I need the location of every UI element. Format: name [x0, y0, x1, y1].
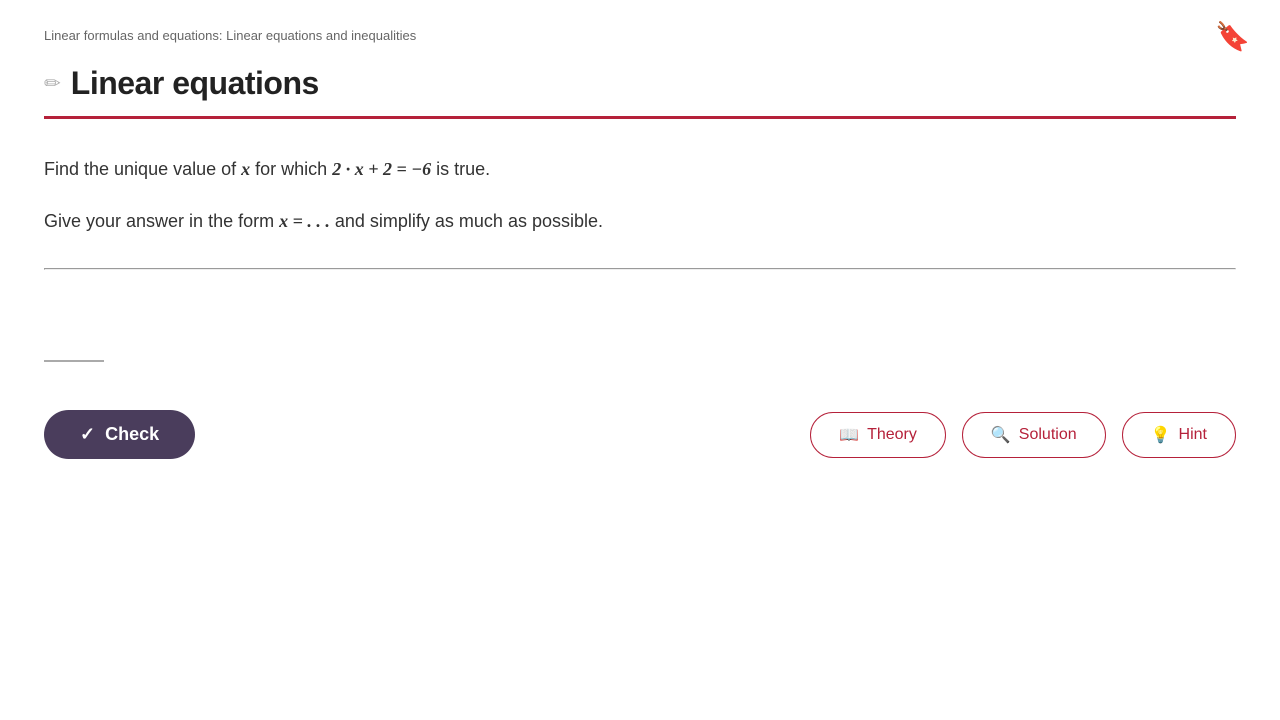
- answer-instruction-prefix: Give your answer in the form: [44, 211, 279, 231]
- check-button[interactable]: ✓ Check: [44, 410, 195, 459]
- section-divider: [44, 116, 1236, 119]
- actions-row: ✓ Check 📖 Theory 🔍 Solution 💡 Hint: [44, 410, 1236, 459]
- hint-button[interactable]: 💡 Hint: [1122, 412, 1236, 458]
- theory-button[interactable]: 📖 Theory: [810, 412, 946, 458]
- bookmark-icon[interactable]: 🔖: [1215, 20, 1250, 53]
- breadcrumb: Linear formulas and equations: Linear eq…: [44, 28, 1236, 43]
- problem-equation: 2 · x + 2 = −6: [332, 159, 431, 179]
- breadcrumb-text: Linear formulas and equations: Linear eq…: [44, 28, 416, 43]
- problem-text-prefix: Find the unique value of: [44, 159, 241, 179]
- theory-label: Theory: [867, 426, 917, 444]
- page-header: ✏ Linear equations: [44, 65, 1236, 102]
- answer-form: x = . . .: [279, 211, 330, 231]
- check-label: Check: [105, 424, 159, 445]
- solution-label: Solution: [1019, 426, 1077, 444]
- problem-var-x: x: [241, 159, 250, 179]
- problem-line2: Give your answer in the form x = . . . a…: [44, 207, 1236, 236]
- answer-instruction-suffix: and simplify as much as possible.: [335, 211, 603, 231]
- hint-icon: 💡: [1151, 425, 1171, 445]
- answer-area: [44, 302, 1236, 362]
- page-container: 🔖 Linear formulas and equations: Linear …: [0, 0, 1280, 720]
- solution-icon: 🔍: [991, 425, 1011, 445]
- answer-input-wrapper: [44, 340, 104, 362]
- pencil-icon: ✏: [44, 71, 61, 96]
- check-icon: ✓: [80, 424, 95, 445]
- problem-text-is-true: is true.: [436, 159, 490, 179]
- problem-text-for-which: for which: [255, 159, 332, 179]
- page-title: Linear equations: [71, 65, 319, 102]
- theory-icon: 📖: [839, 425, 859, 445]
- problem-line1: Find the unique value of x for which 2 ·…: [44, 155, 1236, 184]
- answer-divider: [44, 268, 1236, 270]
- secondary-buttons: 📖 Theory 🔍 Solution 💡 Hint: [810, 412, 1236, 458]
- solution-button[interactable]: 🔍 Solution: [962, 412, 1106, 458]
- answer-input[interactable]: [44, 340, 104, 362]
- hint-label: Hint: [1179, 426, 1207, 444]
